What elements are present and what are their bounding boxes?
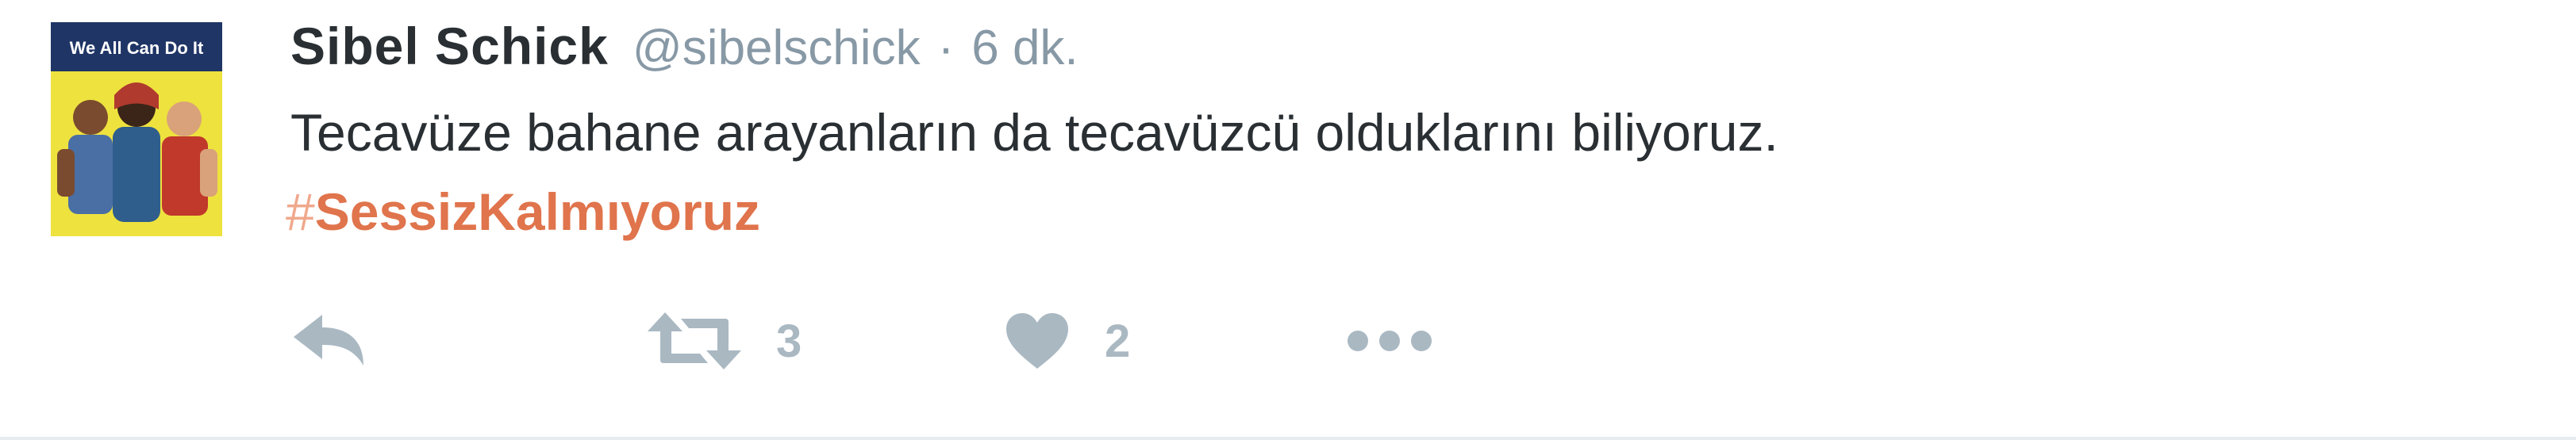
- reply-icon: [294, 315, 363, 365]
- like-count: 2: [1105, 315, 1131, 367]
- tweet-actions: 3 2: [290, 301, 1481, 381]
- reply-button[interactable]: [290, 301, 367, 381]
- header-separator: ·: [937, 21, 955, 75]
- hashtag-symbol: #: [286, 182, 315, 241]
- retweet-icon: [648, 312, 741, 369]
- avatar-title: We All Can Do It: [70, 38, 204, 58]
- avatar-image: We All Can Do It: [51, 22, 222, 236]
- tweet-timestamp[interactable]: 6 dk.: [971, 20, 1078, 76]
- hashtag-text: SessizKalmıyoruz: [314, 182, 760, 241]
- retweet-button[interactable]: 3: [648, 301, 802, 381]
- hashtag-link[interactable]: #SessizKalmıyoruz: [286, 176, 760, 247]
- heart-icon: [1006, 313, 1068, 369]
- avatar[interactable]: We All Can Do It: [51, 22, 222, 236]
- user-handle[interactable]: @sibelschick: [632, 20, 921, 76]
- more-button[interactable]: [1346, 301, 1433, 381]
- display-name[interactable]: Sibel Schick: [290, 16, 609, 76]
- retweet-count: 3: [776, 315, 802, 367]
- tweet-card: We All Can Do It Sibel Schick @sibelschi…: [0, 0, 2576, 440]
- like-button[interactable]: 2: [1005, 301, 1130, 381]
- tweet-text: Tecavüze bahane arayanların da tecavüzcü…: [290, 103, 1778, 162]
- more-icon: [1348, 331, 1432, 351]
- tweet-header: Sibel Schick @sibelschick · 6 dk.: [290, 16, 1078, 87]
